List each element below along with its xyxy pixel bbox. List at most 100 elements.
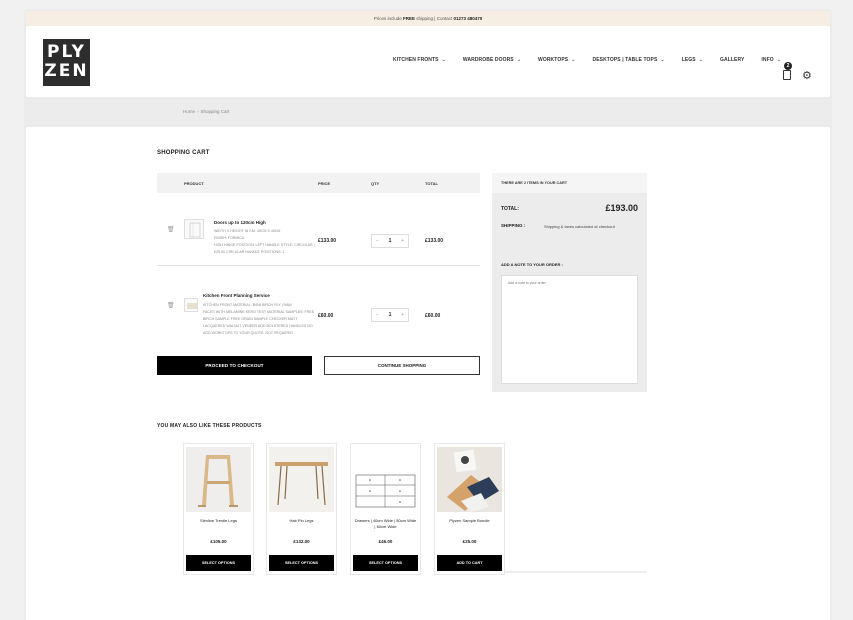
- announcement-text: Prices include: [373, 16, 403, 21]
- cart-count-badge: 2: [784, 62, 792, 70]
- product-image[interactable]: [353, 447, 418, 512]
- nav-wardrobe-doors[interactable]: WARDROBE DOORS ⌄: [463, 57, 521, 63]
- plus-icon[interactable]: +: [401, 238, 404, 244]
- header-product: PRODUCT: [184, 181, 204, 186]
- proceed-to-checkout-button[interactable]: PROCEED TO CHECKOUT: [157, 356, 312, 375]
- nav-label: WORKTOPS: [538, 57, 569, 63]
- trash-icon[interactable]: 🗑: [167, 226, 175, 233]
- item-option: WIDTH X HEIGHT IN CM: 40CM X 40CM: [214, 229, 281, 233]
- header-total: TOTAL: [425, 181, 438, 186]
- gear-icon[interactable]: ⚙: [802, 71, 813, 82]
- cart-row: 🗑 Doors up to 120cm High WIDTH X HEIGHT …: [157, 193, 480, 266]
- nav-worktops[interactable]: WORKTOPS ⌄: [538, 57, 575, 63]
- contact-phone-link[interactable]: 01273 480470: [453, 16, 482, 21]
- nav-label: DESKTOPS | TABLE TOPS: [592, 57, 658, 63]
- recommendations-title: YOU MAY ALSO LIKE THESE PRODUCTS: [157, 423, 262, 429]
- product-image[interactable]: [269, 447, 334, 512]
- announcement-bar: Prices include FREE shipping | Contact 0…: [26, 11, 830, 26]
- item-option: HIGH HINGE POSITION: LEFT HANDLE STYLE: …: [214, 243, 315, 254]
- breadcrumb-bar: Home › Shopping Cart: [26, 97, 830, 127]
- product-card[interactable]: Plyzen Sample Bundle £25.00 ADD TO CART: [434, 443, 505, 575]
- quantity-stepper[interactable]: − 1 +: [371, 308, 409, 322]
- product-name[interactable]: Plyzen Sample Bundle: [438, 518, 501, 524]
- order-note-label: ADD A NOTE TO YOUR ORDER :: [501, 262, 563, 267]
- product-name[interactable]: Slimline Trestle Legs: [187, 518, 250, 524]
- cart-table: PRODUCT PRICE QTY TOTAL 🗑 Doors up to 12…: [157, 173, 480, 343]
- cart-item-options: WIDTH X HEIGHT IN CM: 40CM X 40CM FINISH…: [214, 228, 316, 256]
- add-to-cart-button[interactable]: ADD TO CART: [437, 555, 502, 571]
- product-price: £25.00: [462, 539, 477, 544]
- quantity-value[interactable]: 1: [389, 312, 392, 318]
- trestle-legs-image: [186, 447, 251, 512]
- product-card[interactable]: Slimline Trestle Legs £105.00 SELECT OPT…: [183, 443, 254, 575]
- summary-total-value: £193.00: [605, 203, 638, 213]
- summary-header: THERE ARE 2 ITEMS IN YOUR CART: [492, 173, 647, 193]
- announcement-free: FREE: [403, 16, 416, 21]
- cart-row: 🗑 Kitchen Front Planning Service KITCHEN…: [157, 266, 480, 343]
- drawers-image: [355, 474, 416, 508]
- product-thumbnail[interactable]: [184, 298, 198, 312]
- product-image[interactable]: [186, 447, 251, 512]
- main-nav: KITCHEN FRONTS ⌄ WARDROBE DOORS ⌄ WORKTOPS…: [393, 57, 798, 63]
- select-options-button[interactable]: SELECT OPTIONS: [269, 555, 334, 571]
- order-summary: THERE ARE 2 ITEMS IN YOUR CART TOTAL: £1…: [492, 173, 647, 392]
- plyzen-logo[interactable]: PLY ZEN: [43, 39, 90, 86]
- chevron-down-icon: ⌄: [441, 57, 446, 63]
- select-options-button[interactable]: SELECT OPTIONS: [186, 555, 251, 571]
- product-card[interactable]: Hair Pin Legs £132.00 SELECT OPTIONS: [266, 443, 337, 575]
- quantity-stepper[interactable]: − 1 +: [371, 234, 409, 248]
- product-name[interactable]: Drawers | 40cm Wide | 50cm Wide | 60cm W…: [354, 518, 417, 530]
- order-note-textarea[interactable]: [501, 275, 638, 384]
- header-qty: QTY: [371, 181, 380, 186]
- plus-icon[interactable]: +: [401, 312, 404, 318]
- site-header: PLY ZEN KITCHEN FRONTS ⌄ WARDROBE DOORS ⌄ …: [26, 26, 830, 97]
- chevron-down-icon: ⌄: [776, 57, 782, 63]
- sample-bundle-image: [437, 447, 502, 512]
- trash-icon[interactable]: 🗑: [167, 302, 175, 309]
- chevron-down-icon: ⌄: [516, 57, 522, 63]
- nav-label: LEGS: [681, 57, 696, 63]
- quantity-value[interactable]: 1: [389, 238, 392, 244]
- nav-label: INFO: [761, 57, 774, 63]
- product-image[interactable]: [437, 447, 502, 512]
- item-option: KITCHEN FRONT MATERIAL: B/BB BIRCH PLY |…: [203, 303, 292, 307]
- select-options-button[interactable]: SELECT OPTIONS: [353, 555, 418, 571]
- cart-item-price: £133.00: [318, 238, 337, 244]
- nav-label: GALLERY: [720, 57, 745, 63]
- planning-thumbnail-icon: [187, 303, 197, 309]
- nav-info[interactable]: INFO ⌄: [761, 57, 781, 63]
- breadcrumb-current: Shopping Cart: [200, 109, 230, 114]
- summary-shipping-value: Shipping & taxes calculated at checkout: [544, 224, 615, 229]
- door-thumbnail-icon: [189, 222, 201, 238]
- cart-item-title[interactable]: Kitchen Front Planning Service: [203, 293, 270, 298]
- cart-item-price: £60.00: [318, 313, 334, 319]
- logo-line-2: ZEN: [44, 61, 89, 81]
- cart-item-title[interactable]: Doors up to 120cm High: [214, 220, 266, 225]
- header-price: PRICE: [318, 181, 331, 186]
- summary-total-label: TOTAL:: [501, 206, 519, 212]
- product-price: £132.00: [293, 539, 310, 544]
- divider: [492, 571, 647, 573]
- item-option: FACES WITH MELAMINE KERO TEST MATERIAL S…: [203, 310, 315, 335]
- breadcrumb-home-link[interactable]: Home: [183, 109, 195, 114]
- cart-item-options: KITCHEN FRONT MATERIAL: B/BB BIRCH PLY |…: [203, 302, 316, 337]
- continue-shopping-button[interactable]: CONTINUE SHOPPING: [324, 356, 480, 375]
- product-price: £105.00: [210, 539, 227, 544]
- cart-bag-icon[interactable]: [783, 70, 791, 80]
- nav-legs[interactable]: LEGS ⌄: [682, 57, 703, 63]
- item-option: FINISH: FORMICA: [214, 236, 245, 240]
- nav-label: WARDROBE DOORS: [462, 57, 514, 63]
- cart-item-total: £133.00: [425, 238, 444, 244]
- product-card[interactable]: Drawers | 40cm Wide | 50cm Wide | 60cm W…: [350, 443, 421, 575]
- product-price: £46.00: [378, 539, 393, 544]
- product-name[interactable]: Hair Pin Legs: [270, 518, 333, 524]
- minus-icon[interactable]: −: [376, 312, 379, 318]
- chevron-down-icon: ⌄: [698, 57, 703, 63]
- nav-desktops-table-tops[interactable]: DESKTOPS | TABLE TOPS ⌄: [592, 57, 664, 63]
- nav-kitchen-fronts[interactable]: KITCHEN FRONTS ⌄: [393, 57, 446, 63]
- chevron-down-icon: ⌄: [571, 57, 576, 63]
- nav-gallery[interactable]: GALLERY: [720, 57, 744, 63]
- product-thumbnail[interactable]: [184, 219, 204, 239]
- cart-table-header: PRODUCT PRICE QTY TOTAL: [157, 173, 480, 193]
- minus-icon[interactable]: −: [376, 238, 379, 244]
